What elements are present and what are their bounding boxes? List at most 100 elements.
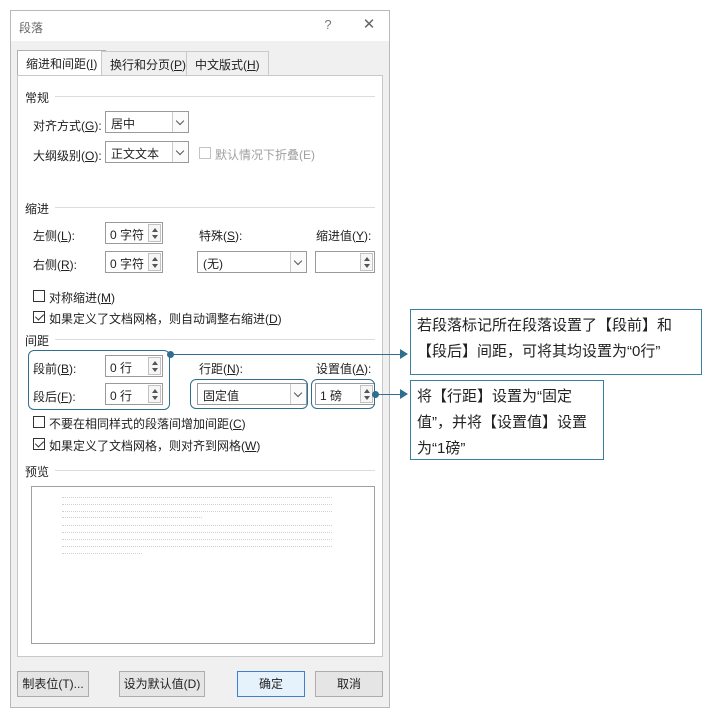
label-key: N	[227, 362, 236, 376]
alignment-label: 对齐方式(G):	[33, 117, 102, 134]
general-header: 常规	[25, 91, 50, 105]
preview-line	[62, 525, 332, 526]
indentation-divider	[55, 207, 375, 208]
special-indent-select[interactable]: (无)	[197, 251, 307, 273]
tab-indents-spacing[interactable]: 缩进和间距(I)	[17, 50, 107, 76]
help-button[interactable]: ?	[319, 17, 337, 35]
tab-label: 中文版式(	[195, 58, 247, 72]
label-key: O	[85, 149, 95, 163]
label-suffix: )	[277, 312, 282, 326]
label-suffix: )	[256, 439, 261, 453]
general-divider	[55, 96, 375, 97]
label-key: A	[356, 362, 365, 376]
indent-by-spinner[interactable]	[315, 251, 375, 273]
label-suffix: ):	[364, 229, 372, 243]
auto-adjust-indent-checkbox[interactable]	[33, 311, 45, 323]
no-space-same-style-checkbox[interactable]	[33, 416, 45, 428]
connector-line	[171, 354, 402, 356]
tab-suffix: )	[93, 57, 98, 71]
chevron-down-icon[interactable]	[290, 252, 306, 272]
label-suffix: ):	[235, 229, 243, 243]
alignment-value: 居中	[111, 117, 136, 131]
chevron-down-icon[interactable]	[172, 112, 188, 132]
preview-header: 预览	[25, 465, 50, 479]
label-text: 设置值(	[316, 362, 356, 376]
auto-adjust-indent-label: 如果定义了文档网格，则自动调整右缩进(D)	[49, 310, 282, 327]
label-text: 对称缩进(	[49, 291, 101, 305]
preview-divider	[55, 470, 375, 471]
outline-level-value: 正文文本	[111, 147, 160, 161]
tab-asian-typography[interactable]: 中文版式(H)	[186, 51, 269, 75]
collapse-checkbox[interactable]	[199, 147, 211, 159]
snap-to-grid-label: 如果定义了文档网格，则对齐到网格(W)	[49, 437, 260, 454]
preview-line	[62, 553, 142, 554]
label-key: M	[101, 291, 111, 305]
label-suffix: ):	[94, 119, 102, 133]
cancel-button[interactable]: 取消	[315, 671, 383, 697]
preview-line	[62, 504, 332, 505]
label-text: 如果定义了文档网格，则自动调整右缩进(	[49, 312, 269, 326]
tab-label: 缩进和间距(	[26, 57, 90, 71]
label-text: 特殊(	[199, 229, 227, 243]
label-key: R	[61, 258, 70, 272]
label-suffix: )	[241, 417, 246, 431]
indent-right-spinner[interactable]: 0 字符	[105, 251, 163, 273]
label-key: C	[233, 417, 242, 431]
preview-line	[62, 532, 332, 533]
outline-level-label: 大纲级别(O):	[33, 147, 102, 164]
arrow-head-icon	[400, 349, 408, 359]
tab-suffix: )	[255, 58, 260, 72]
spinner-arrows-icon[interactable]	[148, 224, 161, 242]
label-text: 不要在相同样式的段落间增加间距(	[49, 417, 233, 431]
label-suffix: ):	[69, 258, 78, 272]
label-text: 缩进值(	[316, 229, 356, 243]
snap-to-grid-checkbox[interactable]	[33, 438, 45, 450]
tab-label: 换行和分页(	[110, 58, 174, 72]
outline-level-select[interactable]: 正文文本	[105, 141, 189, 163]
tab-key: P	[174, 58, 183, 72]
special-indent-value: (无)	[203, 257, 223, 271]
spacing-at-label: 设置值(A):	[316, 360, 371, 377]
label-key: G	[85, 119, 95, 133]
label-text: 如果定义了文档网格，则对齐到网格(	[49, 439, 245, 453]
label-key: S	[227, 229, 236, 243]
label-text: 大纲级别(	[33, 149, 85, 163]
label-text: 左侧(	[33, 229, 61, 243]
indent-left-spinner[interactable]: 0 字符	[105, 222, 163, 244]
spinner-arrows-icon[interactable]	[360, 253, 373, 271]
set-default-button[interactable]: 设为默认值(D)	[119, 671, 205, 697]
label-text: 右侧(	[33, 258, 61, 272]
tabs-button[interactable]: 制表位(T)...	[17, 671, 89, 697]
arrow-head-icon	[400, 389, 408, 399]
line-spacing-label: 行距(N):	[199, 360, 243, 377]
spacing-header: 间距	[25, 334, 50, 348]
tab-line-page-breaks[interactable]: 换行和分页(P)	[101, 51, 196, 75]
indent-right-label: 右侧(R):	[33, 256, 77, 273]
tab-key: H	[247, 58, 256, 72]
highlight-line-spacing	[190, 379, 308, 409]
label-suffix: ):	[94, 149, 102, 163]
spacing-divider	[55, 339, 375, 340]
preview-line	[62, 511, 332, 512]
ok-button[interactable]: 确定	[237, 671, 305, 697]
close-icon[interactable]: ✕	[359, 15, 379, 35]
indent-right-value: 0 字符	[110, 257, 145, 271]
highlight-spacing-at	[311, 379, 375, 409]
label-suffix: ):	[235, 362, 244, 376]
label-suffix: ):	[67, 229, 76, 243]
indentation-header: 缩进	[25, 202, 50, 216]
label-key: Y	[356, 229, 365, 243]
alignment-select[interactable]: 居中	[105, 111, 189, 133]
callout-line-spacing: 将【行距】设置为“固定值”，并将【设置值】设置为“1磅”	[410, 380, 604, 460]
callout-before-after: 若段落标记所在段落设置了【段前】和【段后】间距，可将其均设置为“0行”	[410, 309, 702, 375]
indent-left-label: 左侧(L):	[33, 227, 75, 244]
preview-line	[62, 497, 332, 498]
label-key: L	[61, 229, 68, 243]
mirror-indents-checkbox[interactable]	[33, 290, 45, 302]
spinner-arrows-icon[interactable]	[148, 253, 161, 271]
preview-line	[62, 539, 332, 540]
chevron-down-icon[interactable]	[172, 142, 188, 162]
indent-left-value: 0 字符	[110, 228, 145, 242]
label-suffix: ):	[364, 362, 372, 376]
label-key: W	[245, 439, 257, 453]
